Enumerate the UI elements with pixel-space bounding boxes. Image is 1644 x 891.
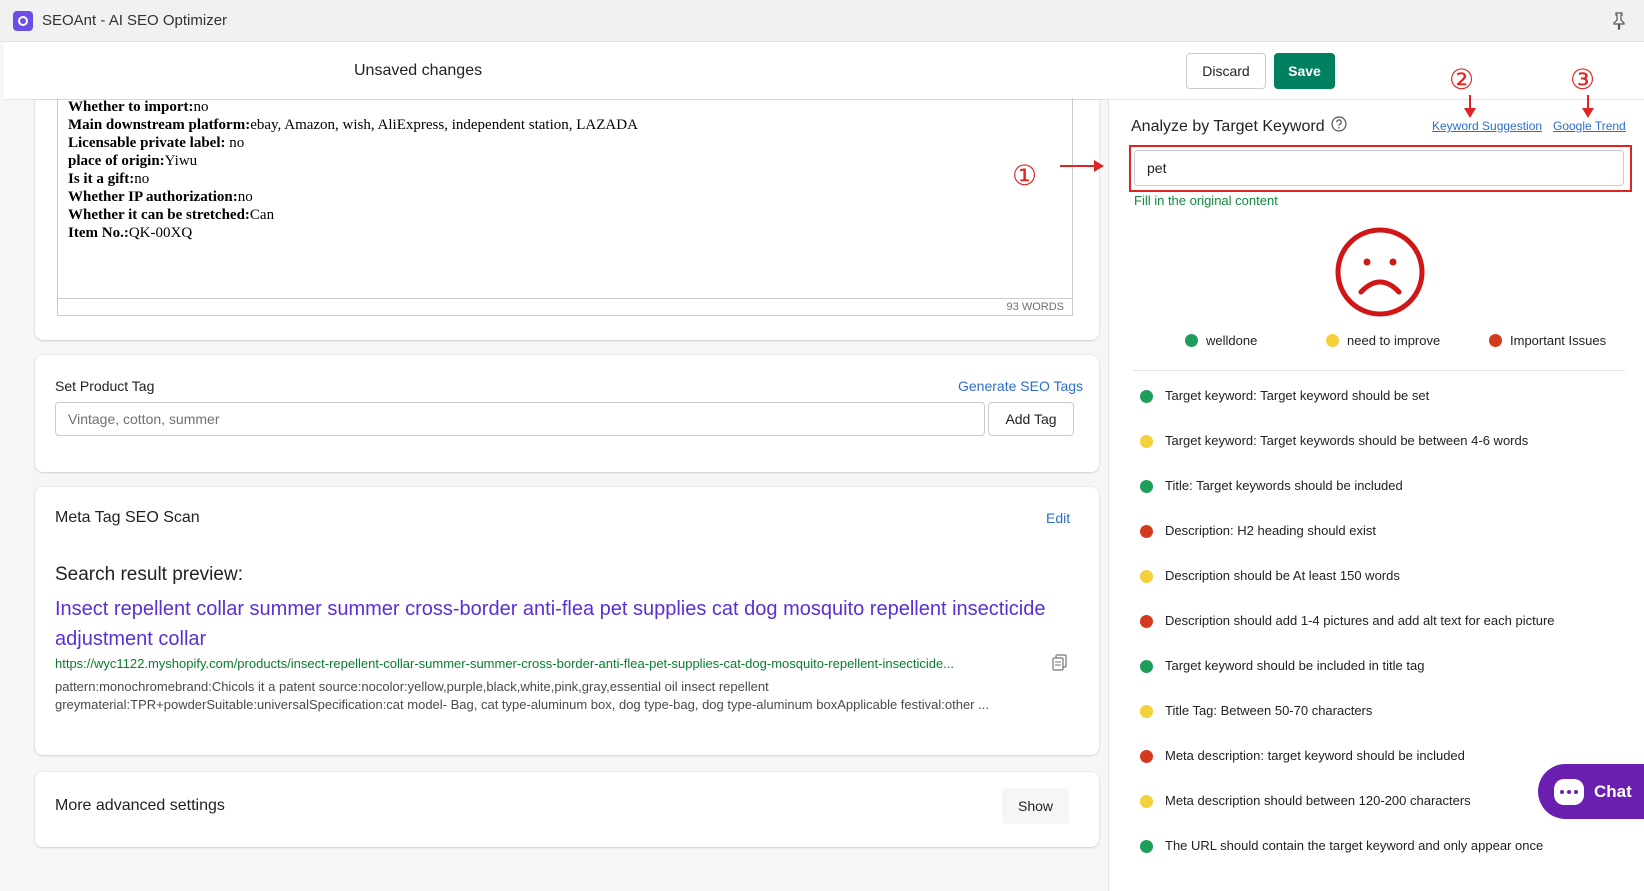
search-preview-label: Search result preview: <box>55 564 243 585</box>
contextual-save-bar: Unsaved changes Discard Save <box>4 42 1644 100</box>
check-text: Target keyword: Target keyword should be… <box>1165 388 1430 403</box>
search-preview-title: Insect repellent collar summer summer cr… <box>55 598 1046 650</box>
legend-important: Important Issues <box>1489 333 1606 348</box>
keyword-suggestion-link[interactable]: Keyword Suggestion <box>1432 119 1542 133</box>
check-text: Description: H2 heading should exist <box>1165 523 1377 538</box>
check-text: Meta description: target keyword should … <box>1165 748 1465 763</box>
check-item: Description should be At least 150 words <box>1140 565 1620 610</box>
sad-face-icon <box>1335 227 1425 317</box>
check-item: Title Tag: Between 50-70 characters <box>1140 700 1620 745</box>
meta-edit-link[interactable]: Edit <box>1046 510 1070 526</box>
show-advanced-button[interactable]: Show <box>1002 788 1069 824</box>
search-preview-description: pattern:monochromebrand:Chicols it a pat… <box>55 678 1055 714</box>
editor-line: Licensable private label: no <box>68 135 245 151</box>
preview-desc-line: pattern:monochromebrand:Chicols it a pat… <box>55 679 769 694</box>
chat-button[interactable]: Chat <box>1538 764 1644 819</box>
legend-need-improve: need to improve <box>1326 333 1440 348</box>
legend-welldone: welldone <box>1185 333 1257 348</box>
editor-line: Main downstream platform:ebay, Amazon, w… <box>68 117 638 133</box>
annotation-number-three: ③ <box>1570 63 1596 96</box>
status-dot-icon <box>1140 525 1153 538</box>
status-dot-icon <box>1140 795 1153 808</box>
status-dot-icon <box>1140 840 1153 853</box>
status-dot-icon <box>1140 660 1153 673</box>
green-dot-icon <box>1185 334 1198 347</box>
status-dot-icon <box>1140 615 1153 628</box>
meta-scan-title: Meta Tag SEO Scan <box>55 509 200 526</box>
check-item: Target keyword: Target keywords should b… <box>1140 430 1620 475</box>
generate-seo-tags-link[interactable]: Generate SEO Tags <box>958 378 1083 394</box>
fill-original-content-link[interactable]: Fill in the original content <box>1134 193 1278 208</box>
check-item: Target keyword should be included in tit… <box>1140 655 1620 700</box>
copy-icon[interactable] <box>1052 654 1067 671</box>
status-dot-icon <box>1140 435 1153 448</box>
editor-line: Whether to import:no <box>68 99 209 115</box>
title-bar: SEOAnt - AI SEO Optimizer <box>0 0 1644 42</box>
editor-line: Whether it can be stretched:Can <box>68 207 275 223</box>
preview-desc-line: greymaterial:TPR+powderSuitable:universa… <box>55 697 989 712</box>
status-dot-icon <box>1140 570 1153 583</box>
description-editor[interactable]: Whether to import:no Main downstream pla… <box>57 98 1073 316</box>
check-text: The URL should contain the target keywor… <box>1165 838 1544 853</box>
yellow-dot-icon <box>1326 334 1339 347</box>
google-trend-link[interactable]: Google Trend <box>1553 119 1626 133</box>
chat-bubble-icon <box>1554 778 1584 805</box>
advanced-settings-label: More advanced settings <box>55 797 225 814</box>
check-item: Title: Target keywords should be include… <box>1140 475 1620 520</box>
legend-label: Important Issues <box>1510 333 1607 348</box>
status-dot-icon <box>1140 480 1153 493</box>
editor-line: place of origin:Yiwu <box>68 153 198 169</box>
check-text: Meta description should between 120-200 … <box>1165 793 1471 808</box>
pin-icon[interactable] <box>1612 12 1626 30</box>
product-tag-label: Set Product Tag <box>55 378 155 394</box>
check-text: Description should add 1-4 pictures and … <box>1165 613 1555 628</box>
target-keyword-input[interactable] <box>1134 150 1624 186</box>
check-item: Target keyword: Target keyword should be… <box>1140 385 1620 430</box>
status-dot-icon <box>1140 750 1153 763</box>
editor-line: Item No.:QK-00XQ <box>68 225 193 241</box>
check-text: Title Tag: Between 50-70 characters <box>1165 703 1373 718</box>
divider <box>1133 370 1625 371</box>
analyze-title: Analyze by Target Keyword <box>1131 118 1325 135</box>
word-count: 93 WORDS <box>58 298 1072 315</box>
legend-label: welldone <box>1206 333 1258 348</box>
annotation-number-two: ② <box>1449 63 1475 96</box>
check-item: Description should add 1-4 pictures and … <box>1140 610 1620 655</box>
annotation-number-one: ① <box>1012 159 1038 192</box>
chat-label: Chat <box>1594 781 1632 801</box>
app-logo-icon <box>13 11 33 31</box>
status-dot-icon <box>1140 705 1153 718</box>
add-tag-button[interactable]: Add Tag <box>988 402 1074 436</box>
unsaved-changes-message: Unsaved changes <box>354 62 483 79</box>
check-text: Title: Target keywords should be include… <box>1165 478 1403 493</box>
product-tag-input[interactable] <box>55 402 985 436</box>
legend-label: need to improve <box>1347 333 1441 348</box>
editor-line: Is it a gift:no <box>68 171 150 187</box>
help-icon[interactable] <box>1331 116 1347 132</box>
discard-button[interactable]: Discard <box>1186 53 1266 89</box>
app-title: SEOAnt - AI SEO Optimizer <box>42 12 228 29</box>
check-text: Description should be At least 150 words <box>1165 568 1400 583</box>
check-item: The URL should contain the target keywor… <box>1140 835 1620 880</box>
editor-line: Whether IP authorization:no <box>68 189 253 205</box>
check-text: Target keyword: Target keywords should b… <box>1165 433 1529 448</box>
status-dot-icon <box>1140 390 1153 403</box>
check-text: Target keyword should be included in tit… <box>1165 658 1425 673</box>
check-item: Description: H2 heading should exist <box>1140 520 1620 565</box>
red-dot-icon <box>1489 334 1502 347</box>
search-preview-url: https://wyc1122.myshopify.com/products/i… <box>55 656 955 671</box>
save-button[interactable]: Save <box>1274 53 1335 89</box>
